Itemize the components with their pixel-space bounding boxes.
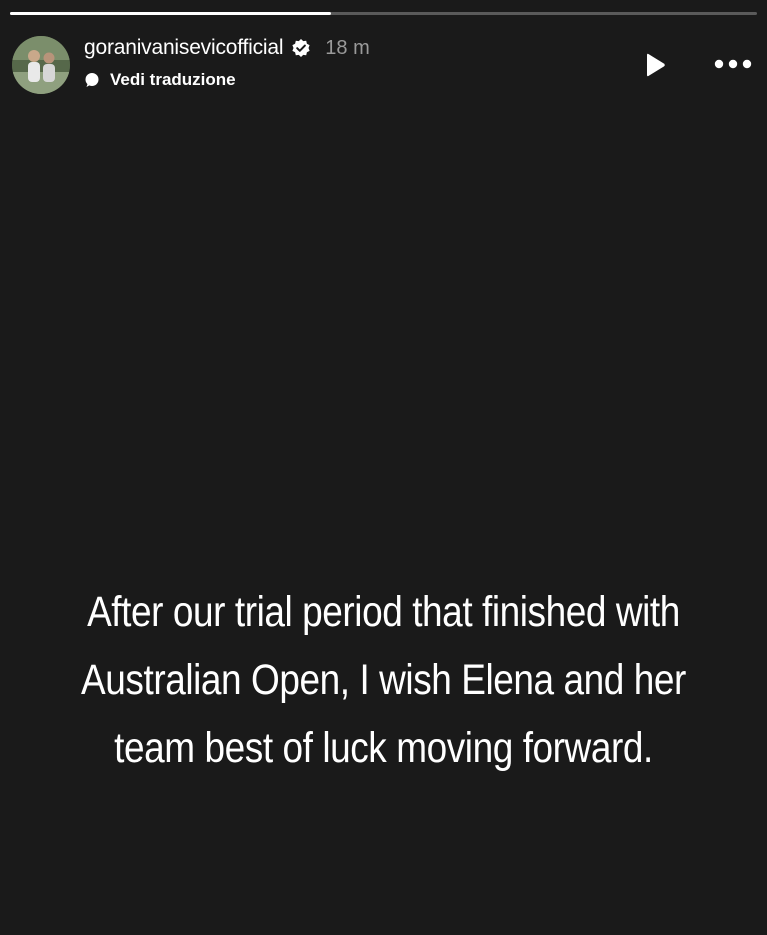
post-time: 18 m [325, 36, 370, 59]
story-progress-fill [10, 12, 332, 15]
story-viewer: goranivanisevicofficial 18 m Vedi traduz… [0, 0, 767, 935]
see-translation-link[interactable]: Vedi traduzione [84, 70, 236, 90]
see-translation-label: Vedi traduzione [110, 70, 236, 89]
story-header: goranivanisevicofficial 18 m Vedi traduz… [12, 32, 753, 94]
profile-avatar[interactable] [12, 36, 70, 94]
username-row: goranivanisevicofficial 18 m [84, 36, 370, 60]
avatar-photo [12, 36, 70, 94]
story-progress-bar [10, 12, 757, 15]
story-caption: After our trial period that finished wit… [81, 588, 686, 772]
play-icon[interactable] [643, 52, 667, 78]
more-options-icon[interactable] [713, 58, 753, 70]
translate-bubble-icon [85, 73, 99, 87]
verified-badge-icon [292, 39, 310, 57]
username[interactable]: goranivanisevicofficial [84, 36, 283, 60]
